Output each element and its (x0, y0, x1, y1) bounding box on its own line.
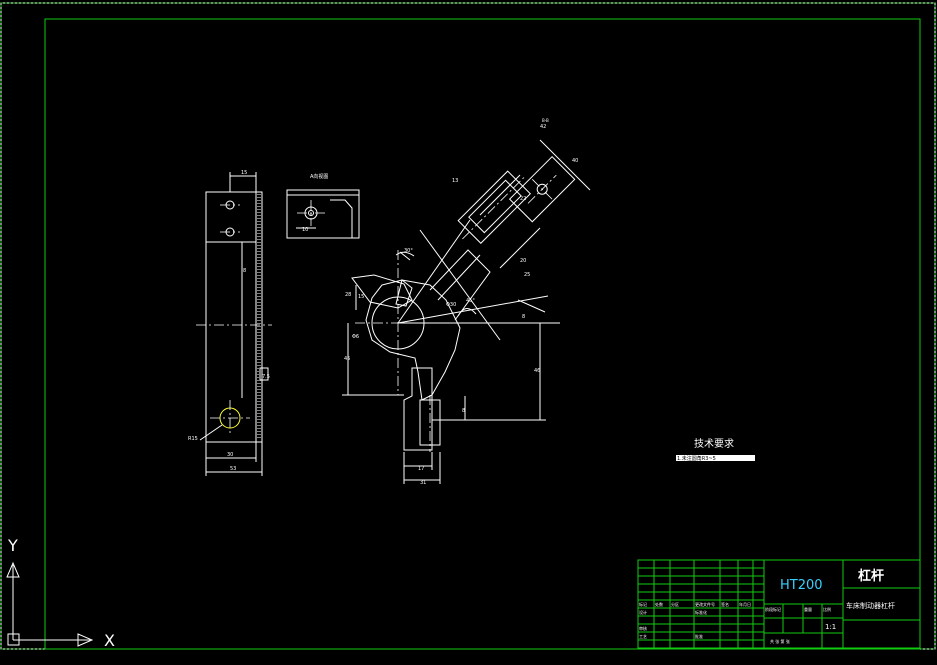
left-view (196, 172, 272, 476)
tb-row-sign: 签名 (721, 601, 729, 607)
main-view (342, 139, 591, 484)
a-view-label: A向视图 (310, 173, 328, 180)
tb-row-change-doc: 更改文件号 (695, 601, 715, 607)
tb-weight: 重量 (804, 606, 812, 612)
dim-angle-30: 30° (404, 248, 413, 254)
tb-standard: 标准化 (695, 609, 707, 615)
dim-40: 40 (572, 158, 578, 164)
dim-angle-45: 45° (466, 298, 475, 304)
tb-review: 审核 (639, 625, 647, 631)
dim-left-top: 15 (241, 170, 247, 176)
tb-material: HT200 (780, 578, 823, 593)
tb-design: 设计 (639, 609, 647, 615)
dim-15: 15 (358, 294, 364, 300)
tb-part-subtitle: 车床制动器杠杆 (846, 601, 895, 610)
tb-approve: 批准 (695, 633, 703, 639)
dim-8: 8 (522, 314, 525, 320)
dim-dia-30: Φ30 (446, 302, 456, 308)
dim-main-w2: 31 (420, 480, 426, 486)
tb-row-zone: 分区 (671, 601, 679, 607)
dim-22: 22 (520, 196, 526, 202)
dim-left-small: 8 (243, 268, 246, 274)
dim-left-side: 7.5 (262, 374, 270, 380)
ucs-y-label: Y (7, 536, 18, 555)
tech-requirements-title: 技术要求 (694, 437, 734, 450)
tb-row-count: 处数 (655, 601, 663, 607)
tech-requirements-note: 1.未注圆角R3~5 (677, 455, 716, 462)
dim-25: 25 (524, 272, 530, 278)
tb-scale-value: 1:1 (825, 623, 836, 631)
dim-view-hole: 10 (302, 227, 308, 233)
tb-sheet: 共 张 第 张 (770, 638, 790, 644)
tb-stage: 阶段标记 (765, 606, 781, 612)
tb-scale-label: 比例 (823, 606, 831, 612)
cad-drawing-canvas[interactable]: 15 30 53 R15 8 7.5 A向视图 10 17 31 45 46 8… (0, 0, 937, 661)
dim-42: 42 (540, 124, 546, 130)
paper-dashed-border (0, 2, 936, 650)
paper-outer-border (0, 2, 936, 650)
tb-row-date: 年月日 (739, 601, 751, 607)
dim-left-width: 30 (227, 452, 233, 458)
cad-viewport[interactable]: 15 30 53 R15 8 7.5 A向视图 10 17 31 45 46 8… (0, 0, 937, 661)
dim-left-radius: R15 (188, 436, 198, 442)
dim-20: 20 (520, 258, 526, 264)
dim-dia-6: Φ6 (352, 334, 359, 340)
a-view-detail (286, 189, 360, 239)
dim-13: 13 (452, 178, 458, 184)
dim-main-h2: 46 (534, 368, 540, 374)
tb-row-mark: 标记 (639, 601, 647, 607)
dim-left-total: 53 (230, 466, 236, 472)
section-bb-label: B-B (542, 118, 549, 123)
ucs-x-label: X (104, 631, 115, 650)
ucs-icon (6, 561, 94, 647)
dim-main-w1: 17 (418, 466, 424, 472)
drawing-frame (44, 18, 921, 650)
tb-process: 工艺 (639, 634, 647, 639)
dim-main-h3: 8 (462, 408, 465, 414)
tb-part-name: 杠杆 (858, 568, 884, 584)
dim-28: 28 (345, 292, 351, 298)
dim-main-h1: 45 (344, 356, 350, 362)
